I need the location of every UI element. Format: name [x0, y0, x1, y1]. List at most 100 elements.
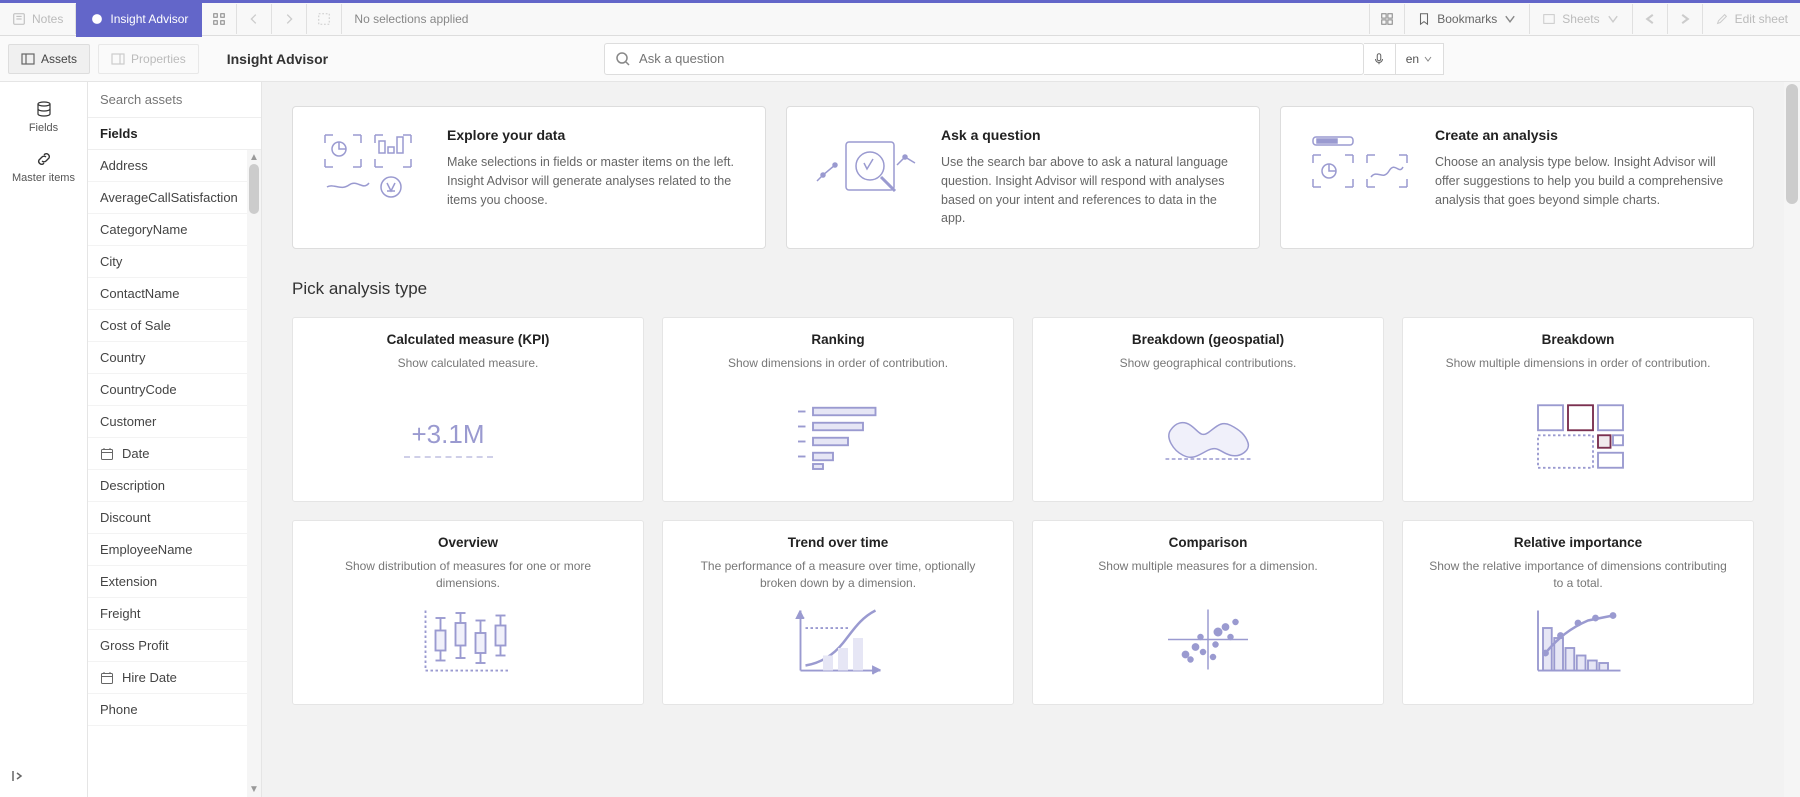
analysis-viz-icon — [1528, 606, 1628, 676]
field-item[interactable]: Extension — [88, 566, 261, 598]
link-icon — [35, 150, 53, 168]
field-item[interactable]: Description — [88, 470, 261, 502]
analysis-desc: Show dimensions in order of contribution… — [728, 355, 948, 387]
field-item[interactable]: Freight — [88, 598, 261, 630]
language-button[interactable]: en — [1396, 43, 1444, 75]
field-label: EmployeeName — [100, 542, 193, 557]
field-item[interactable]: Customer — [88, 406, 261, 438]
analysis-card[interactable]: Comparison Show multiple measures for a d… — [1032, 520, 1384, 705]
notes-label: Notes — [32, 12, 63, 26]
top-toolbar: Notes Insight Advisor No selections appl… — [0, 0, 1800, 36]
smart-selection-button[interactable] — [202, 4, 237, 34]
clear-selections-button[interactable] — [307, 4, 342, 34]
scroll-down-icon: ▼ — [247, 784, 261, 795]
note-icon — [12, 12, 26, 26]
nav-fields[interactable]: Fields — [0, 92, 87, 142]
field-item[interactable]: Address — [88, 150, 261, 182]
microphone-button[interactable] — [1364, 43, 1396, 75]
question-search[interactable] — [604, 43, 1364, 75]
calendar-icon — [100, 447, 114, 461]
analysis-viz-icon — [788, 606, 888, 676]
field-label: Country — [100, 350, 146, 365]
insight-advisor-button[interactable]: Insight Advisor — [76, 1, 202, 37]
analysis-card[interactable]: BreakdownShow multiple dimensions in ord… — [1402, 317, 1754, 502]
prev-sheet-button[interactable] — [1632, 4, 1667, 34]
field-item[interactable]: AverageCallSatisfaction — [88, 182, 261, 214]
analysis-card[interactable]: Breakdown (geospatial)Show geographical … — [1032, 317, 1384, 502]
properties-button[interactable]: Properties — [98, 44, 199, 74]
properties-label: Properties — [131, 52, 186, 66]
field-item[interactable]: CategoryName — [88, 214, 261, 246]
analysis-title: Breakdown (geospatial) — [1132, 332, 1284, 347]
field-label: Gross Profit — [100, 638, 169, 653]
search-assets[interactable] — [88, 82, 261, 118]
intro-cards-row: Explore your data Make selections in fie… — [292, 106, 1770, 249]
field-item[interactable]: EmployeeName — [88, 534, 261, 566]
intro-explore-desc: Make selections in fields or master item… — [447, 153, 741, 209]
analysis-title: Trend over time — [788, 535, 889, 550]
kpi-value: +3.1M — [404, 415, 493, 458]
content-scrollbar[interactable] — [1784, 82, 1800, 797]
search-assets-input[interactable] — [88, 82, 261, 117]
bookmarks-button[interactable]: Bookmarks — [1404, 4, 1529, 34]
step-forward-button[interactable] — [272, 4, 307, 34]
field-label: Customer — [100, 414, 156, 429]
search-icon — [615, 51, 631, 67]
field-item[interactable]: Hire Date — [88, 662, 261, 694]
analysis-card[interactable]: Calculated measure (KPI)Show calculated … — [292, 317, 644, 502]
analysis-viz-icon — [1158, 401, 1258, 471]
question-input[interactable] — [639, 51, 1353, 66]
edit-label: Edit sheet — [1735, 12, 1788, 26]
intro-explore-title: Explore your data — [447, 127, 741, 143]
chevron-down-icon — [1423, 54, 1433, 64]
scroll-thumb[interactable] — [249, 164, 259, 214]
analysis-title: Comparison — [1169, 535, 1248, 550]
analysis-card[interactable]: RankingShow dimensions in order of contr… — [662, 317, 1014, 502]
field-item[interactable]: Country — [88, 342, 261, 374]
intro-ask-card: Ask a question Use the search bar above … — [786, 106, 1260, 249]
analysis-desc: Show multiple measures for a dimension. — [1098, 558, 1317, 590]
sub-toolbar: Assets Properties Insight Advisor en — [0, 36, 1800, 82]
chevron-right-icon — [1678, 12, 1692, 26]
step-back-button[interactable] — [237, 4, 272, 34]
chevron-left-icon — [1643, 12, 1657, 26]
insight-label: Insight Advisor — [110, 12, 188, 26]
microphone-icon — [1372, 52, 1386, 66]
sheets-label: Sheets — [1562, 12, 1599, 26]
field-item[interactable]: Discount — [88, 502, 261, 534]
field-item[interactable]: Gross Profit — [88, 630, 261, 662]
analysis-card[interactable]: Trend over timeThe performance of a meas… — [662, 520, 1014, 705]
nav-master-items[interactable]: Master items — [0, 142, 87, 192]
edit-sheet-button[interactable]: Edit sheet — [1702, 4, 1800, 34]
intro-ask-title: Ask a question — [941, 127, 1235, 143]
assets-button[interactable]: Assets — [8, 44, 90, 74]
field-item[interactable]: ContactName — [88, 278, 261, 310]
field-label: ContactName — [100, 286, 179, 301]
field-item[interactable]: City — [88, 246, 261, 278]
intro-explore-card: Explore your data Make selections in fie… — [292, 106, 766, 249]
explore-icon — [317, 127, 427, 207]
nav-fields-label: Fields — [29, 122, 58, 134]
grid-icon — [1380, 12, 1394, 26]
pencil-icon — [1715, 12, 1729, 26]
field-label: Address — [100, 158, 148, 173]
panel-icon — [21, 52, 35, 66]
field-item[interactable]: Phone — [88, 694, 261, 726]
content-area: Explore your data Make selections in fie… — [262, 82, 1800, 797]
field-item[interactable]: Cost of Sale — [88, 310, 261, 342]
analysis-card[interactable]: OverviewShow distribution of measures fo… — [292, 520, 644, 705]
collapse-nav-button[interactable] — [10, 768, 26, 787]
sheets-button[interactable]: Sheets — [1529, 4, 1631, 34]
insight-icon — [90, 12, 104, 26]
field-item[interactable]: CountryCode — [88, 374, 261, 406]
field-label: Date — [122, 446, 149, 461]
fields-scrollbar[interactable]: ▲ ▼ — [247, 150, 261, 797]
next-sheet-button[interactable] — [1667, 4, 1702, 34]
analysis-card[interactable]: Relative importanceShow the relative imp… — [1402, 520, 1754, 705]
content-scroll-thumb[interactable] — [1786, 84, 1798, 204]
intro-create-desc: Choose an analysis type below. Insight A… — [1435, 153, 1729, 209]
field-item[interactable]: Date — [88, 438, 261, 470]
notes-button[interactable]: Notes — [0, 4, 76, 34]
grid-view-button[interactable] — [1369, 4, 1404, 34]
analysis-viz-icon — [1158, 604, 1258, 674]
